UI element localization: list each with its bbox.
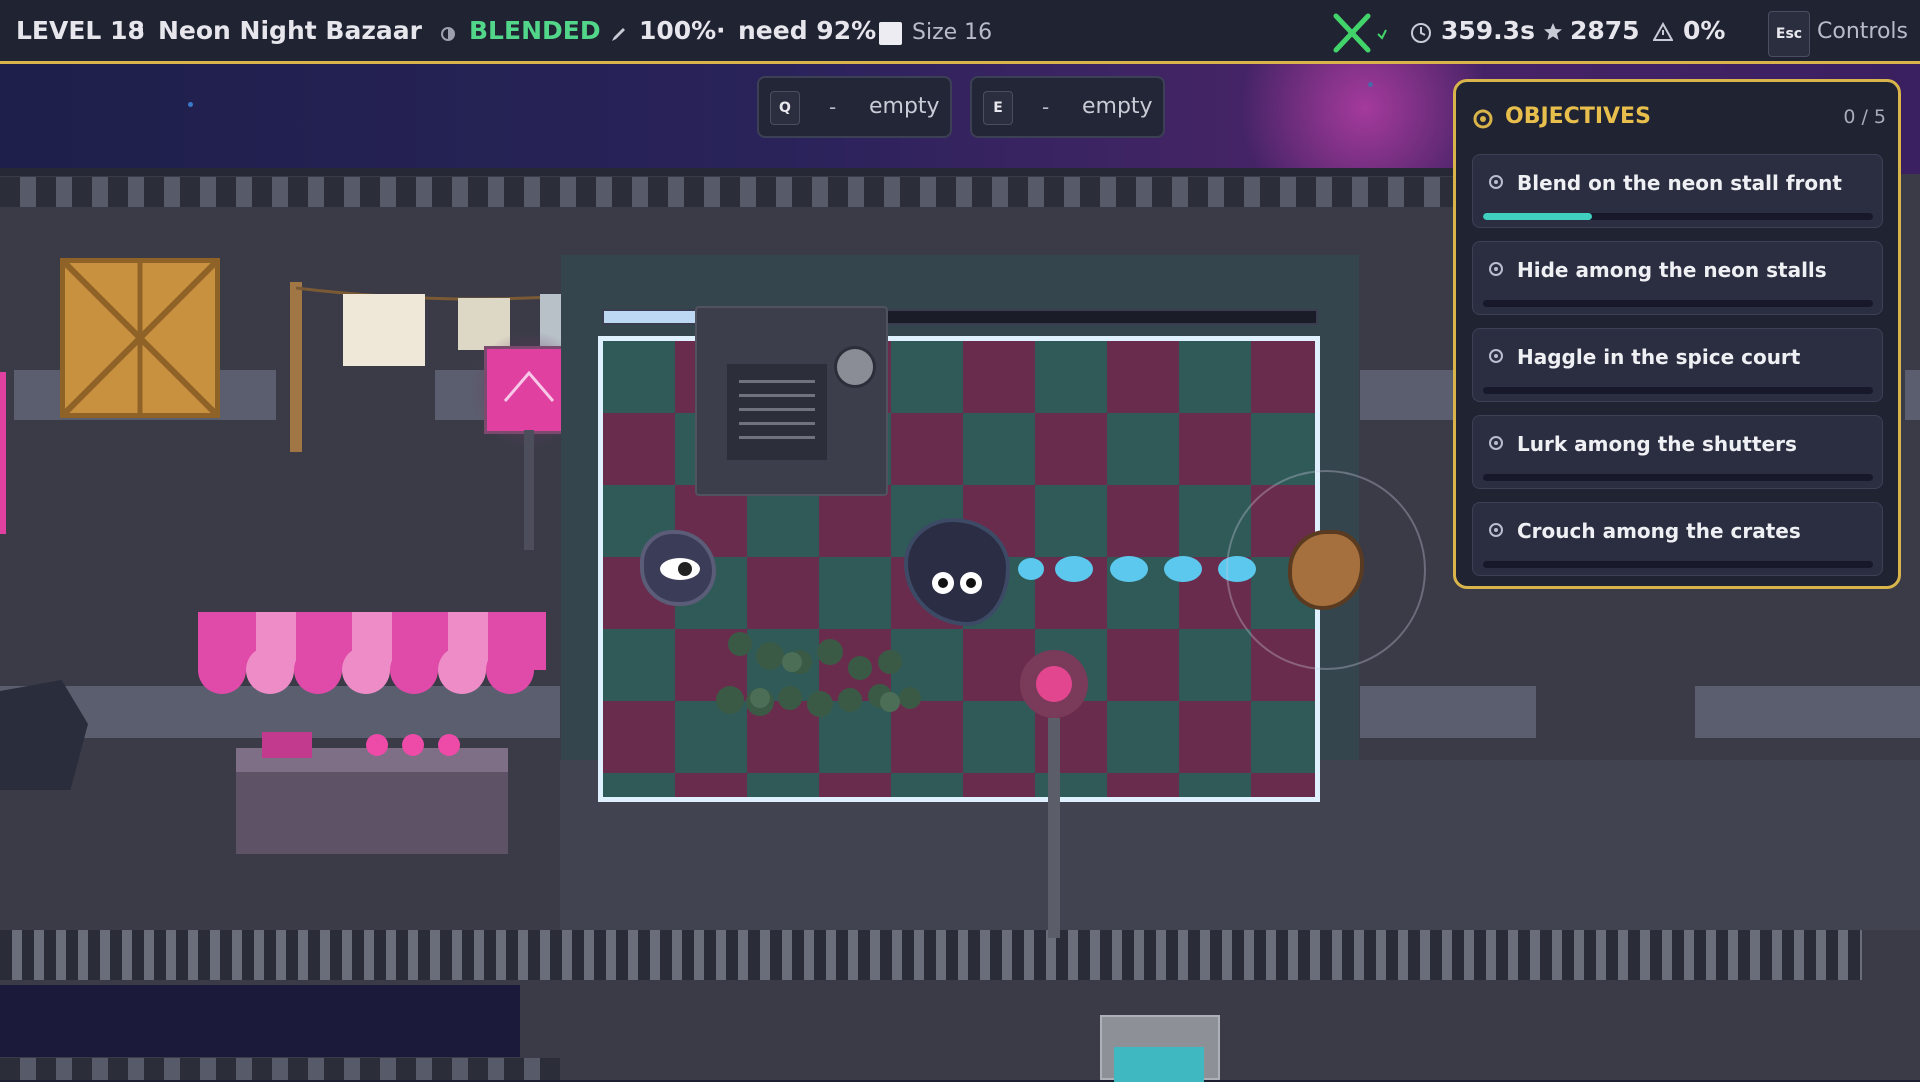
ability-key-q: Q xyxy=(770,91,800,125)
trail-puff xyxy=(1055,556,1093,582)
notice-board xyxy=(695,306,888,496)
contrast-icon xyxy=(441,26,455,45)
stall-goods xyxy=(366,734,388,756)
neon-edge xyxy=(0,372,6,534)
ability-dash: - xyxy=(829,95,837,119)
objective-bullet-icon xyxy=(1489,349,1503,363)
timer: 359.3s xyxy=(1441,16,1535,45)
objective-progress-fill xyxy=(1483,213,1593,220)
objective-bullet-icon xyxy=(1489,436,1503,450)
brush-icon xyxy=(609,24,629,48)
level-number: LEVEL 18 xyxy=(16,16,145,45)
objective-progress xyxy=(1483,213,1873,220)
lower-rail xyxy=(0,1058,560,1080)
ability-label-q: empty xyxy=(869,94,940,119)
alert-icon xyxy=(1652,21,1674,46)
target-icon xyxy=(1473,109,1493,133)
square-icon xyxy=(879,22,902,45)
objectives-count: 0 / 5 xyxy=(1843,106,1886,128)
sign-pole xyxy=(524,430,534,550)
wall-strip xyxy=(1905,370,1920,420)
trail-puff xyxy=(1018,558,1044,580)
stall-goods xyxy=(262,732,312,758)
alert-level: 0% xyxy=(1683,16,1726,45)
top-rail xyxy=(0,177,1460,207)
wall-strip xyxy=(1360,686,1536,738)
void-area xyxy=(0,985,520,1057)
objective-item: Hide among the neon stalls xyxy=(1472,241,1883,315)
objective-label: Hide among the neon stalls xyxy=(1517,258,1827,282)
ability-slot-q[interactable]: Q - empty xyxy=(757,76,952,138)
need-threshold: need 92% xyxy=(738,16,877,45)
objective-item: Haggle in the spice court xyxy=(1472,328,1883,402)
objective-item: Lurk among the shutters xyxy=(1472,415,1883,489)
objective-bullet-icon xyxy=(1489,262,1503,276)
ability-label-e: empty xyxy=(1082,94,1153,119)
trail-puff xyxy=(1164,556,1202,582)
need-separator: · xyxy=(716,16,726,45)
stall-counter xyxy=(236,748,508,854)
objective-progress xyxy=(1483,474,1873,481)
objectives-panel: OBJECTIVES 0 / 5 Blend on the neon stall… xyxy=(1453,79,1901,589)
bottom-rail xyxy=(0,930,1862,980)
objective-bullet-icon xyxy=(1489,523,1503,537)
blend-percent: 100% xyxy=(639,16,717,45)
score: 2875 xyxy=(1570,16,1640,45)
market-stall xyxy=(198,612,546,712)
objective-label: Crouch among the crates xyxy=(1517,519,1801,543)
hanging-cloth xyxy=(343,294,425,366)
bush xyxy=(700,632,930,722)
objective-item: Crouch among the crates xyxy=(1472,502,1883,576)
blade-icon[interactable] xyxy=(1330,12,1388,58)
wall-strip xyxy=(1360,370,1460,420)
lamp xyxy=(1036,666,1072,702)
wooden-crate xyxy=(60,258,220,418)
sign-post xyxy=(1100,1015,1220,1082)
objective-bullet-icon xyxy=(1489,175,1503,189)
ability-dash: - xyxy=(1042,95,1050,119)
objectives-title: OBJECTIVES xyxy=(1505,104,1651,129)
hud-separator: · xyxy=(136,16,146,45)
blend-status: BLENDED xyxy=(469,16,601,45)
wall-strip xyxy=(1695,686,1920,738)
objective-progress xyxy=(1483,387,1873,394)
stall-goods xyxy=(438,734,460,756)
lamp-pole xyxy=(1048,718,1060,938)
objective-progress xyxy=(1483,561,1873,568)
objective-label: Lurk among the shutters xyxy=(1517,432,1797,456)
objective-item: Blend on the neon stall front xyxy=(1472,154,1883,228)
esc-key[interactable]: Esc xyxy=(1768,11,1810,57)
stall-goods xyxy=(402,734,424,756)
controls-button[interactable]: Controls xyxy=(1817,19,1908,44)
level-name: Neon Night Bazaar xyxy=(158,16,422,45)
objective-progress xyxy=(1483,300,1873,307)
ability-key-e: E xyxy=(983,91,1013,125)
rail-edge xyxy=(0,168,1460,176)
trail-puff xyxy=(1110,556,1148,582)
objective-label: Blend on the neon stall front xyxy=(1517,171,1842,195)
ability-slot-e[interactable]: E - empty xyxy=(970,76,1165,138)
clock-icon xyxy=(1410,22,1432,48)
star-icon xyxy=(1543,22,1563,46)
size-label: Size 16 xyxy=(912,20,993,45)
objective-label: Haggle in the spice court xyxy=(1517,345,1801,369)
